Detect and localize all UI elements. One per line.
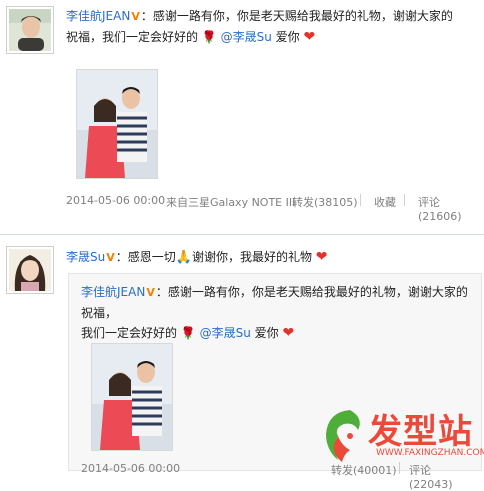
praying-hands-icon: 🙏 [175, 250, 192, 265]
post-photo[interactable] [76, 69, 158, 179]
post-body: 李晟SuV：感恩一切🙏谢谢你，我最好的礼物 ❤ [66, 247, 476, 268]
rose-icon: 🌹 [180, 326, 196, 340]
post-text: 我们一定会好好的 [81, 326, 178, 340]
post-text: 祝福，我们一定会好好的 [66, 30, 199, 44]
user-avatar-image [9, 9, 51, 51]
heart-icon: ❤ [303, 29, 316, 45]
post-text: ：感恩一切 [115, 250, 176, 264]
watermark-brand: 发型站 [368, 412, 473, 452]
repost-button[interactable]: 转发(38105) [292, 194, 358, 210]
separator [360, 194, 361, 206]
couple-photo-image [77, 70, 157, 178]
couple-photo-image [92, 344, 172, 450]
username-link[interactable]: 李佳航JEAN [66, 9, 130, 23]
username-link[interactable]: 李佳航JEAN [81, 285, 145, 299]
timestamp[interactable]: 2014-05-06 00:00 [66, 194, 165, 207]
comment-button[interactable]: 评论(21606) [418, 194, 480, 223]
avatar[interactable] [6, 246, 54, 294]
post-text: 爱你 [271, 30, 300, 44]
post-source: 来自三星Galaxy NOTE III [166, 196, 296, 209]
post-text: 爱你 [250, 326, 279, 340]
watermark-url: WWW.FAXINGZHAN.COM [376, 448, 484, 458]
mention-link[interactable]: @李晟Su [221, 30, 272, 44]
watermark: 发型站 WWW.FAXINGZHAN.COM [320, 400, 484, 468]
heart-icon: ❤ [315, 249, 328, 265]
post-text: 谢谢你，我最好的礼物 [191, 250, 312, 264]
username-link[interactable]: 李晟Su [66, 250, 105, 264]
verified-v-icon: V [146, 286, 155, 299]
user-avatar-image [9, 249, 51, 291]
separator [404, 194, 405, 206]
rose-icon: 🌹 [201, 30, 217, 44]
heart-icon: ❤ [282, 325, 295, 341]
verified-v-icon: V [131, 10, 140, 23]
hair-silhouette-logo-icon [326, 410, 360, 462]
post-divider [0, 234, 484, 235]
post-meta-bar: 2014-05-06 00:00 来自三星Galaxy NOTE III 转发(… [66, 194, 480, 223]
quoted-post-body: 李佳航JEANV：感谢一路有你，你是老天赐给我最好的礼物，谢谢大家的祝福， 我们… [81, 282, 473, 343]
post-text: ：感谢一路有你，你是老天赐给我最好的礼物，谢谢大家的 [140, 9, 453, 23]
favorite-button[interactable]: 收藏 [374, 194, 396, 210]
mention-link[interactable]: @李晟Su [200, 326, 251, 340]
post-body: 李佳航JEANV：感谢一路有你，你是老天赐给我最好的礼物，谢谢大家的 祝福，我们… [66, 6, 476, 47]
avatar[interactable] [6, 6, 54, 54]
verified-v-icon: V [106, 251, 115, 264]
quoted-post-photo[interactable] [91, 343, 173, 451]
